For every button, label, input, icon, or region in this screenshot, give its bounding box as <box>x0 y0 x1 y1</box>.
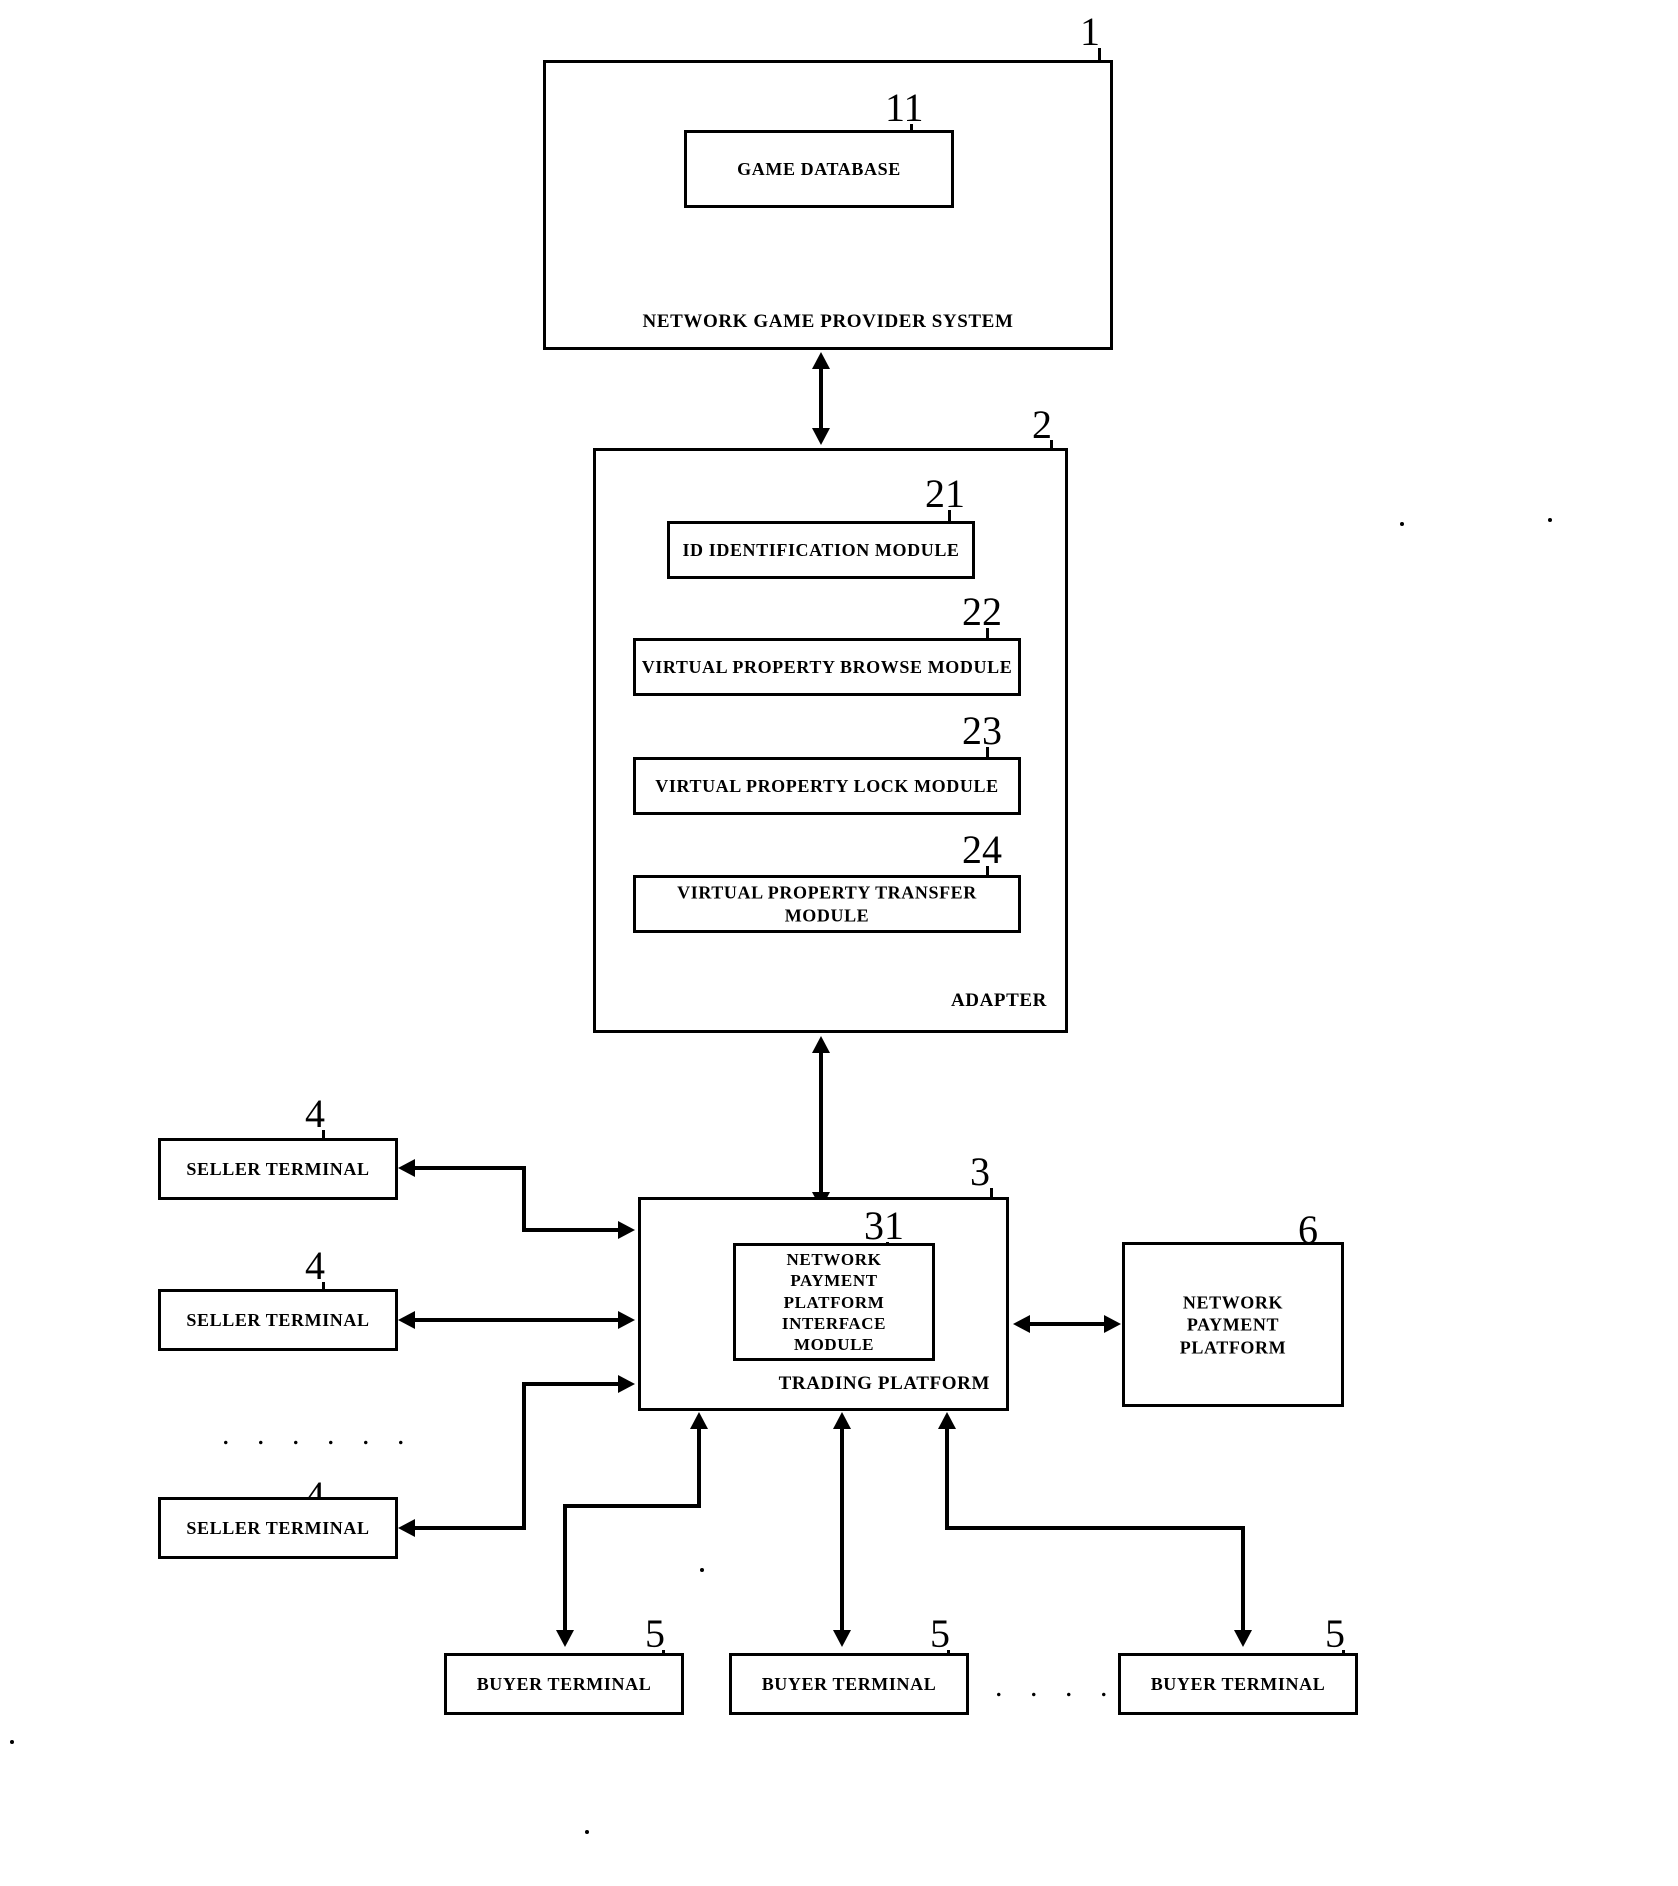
numeral-22: 22 <box>962 589 1002 634</box>
buyer-3-link-cross <box>945 1526 1245 1530</box>
arrow-right-to-trading-seller-1 <box>618 1221 635 1239</box>
numeral-31: 31 <box>864 1203 904 1248</box>
seller-ellipsis: . . . . . . <box>222 1418 415 1451</box>
scan-speck-1 <box>1400 522 1404 526</box>
buyer-1-link-drop <box>563 1504 567 1632</box>
buyer-terminal-label-1: BUYER TERMINAL <box>476 1673 652 1694</box>
virtual-property-lock-module-label: VIRTUAL PROPERTY LOCK MODULE <box>655 775 999 796</box>
seller-1-link-top <box>413 1166 526 1170</box>
virtual-property-transfer-module-label: VIRTUAL PROPERTY TRANSFER MODULE <box>677 882 977 926</box>
virtual-property-transfer-module-box[interactable]: VIRTUAL PROPERTY TRANSFER MODULE <box>633 875 1021 933</box>
trading-platform-label: TRADING PLATFORM <box>778 1373 990 1394</box>
game-database-box[interactable]: GAME DATABASE <box>684 130 954 208</box>
numeral-5-buyer-3: 5 <box>1325 1611 1345 1656</box>
virtual-property-browse-module-label: VIRTUAL PROPERTY BROWSE MODULE <box>641 656 1013 677</box>
seller-terminal-box-3[interactable]: SELLER TERMINAL <box>158 1497 398 1559</box>
seller-1-link-drop <box>522 1166 526 1232</box>
scan-speck-4 <box>10 1740 14 1744</box>
numeral-11: 11 <box>885 85 924 130</box>
numeral-5-buyer-1: 5 <box>645 1611 665 1656</box>
game-database-label: GAME DATABASE <box>737 158 901 179</box>
seller-3-link-top <box>522 1382 620 1386</box>
numeral-1: 1 <box>1080 9 1100 54</box>
scan-speck-2 <box>1548 518 1552 522</box>
arrow-right-to-payment-platform <box>1104 1315 1121 1333</box>
network-payment-platform-box[interactable]: NETWORK PAYMENT PLATFORM <box>1122 1242 1344 1407</box>
id-identification-module-label: ID IDENTIFICATION MODULE <box>682 539 960 560</box>
network-game-provider-system-label: NETWORK GAME PROVIDER SYSTEM <box>642 311 1014 332</box>
numeral-5-buyer-2: 5 <box>930 1611 950 1656</box>
arrow-down-to-buyer-2 <box>833 1630 851 1647</box>
arrow-down-to-adapter <box>812 428 830 445</box>
buyer-3-link-drop <box>1241 1526 1245 1632</box>
network-payment-platform-interface-module-box[interactable]: NETWORK PAYMENT PLATFORM INTERFACE MODUL… <box>733 1243 935 1361</box>
numeral-4-seller-1: 4 <box>305 1091 325 1136</box>
numeral-24: 24 <box>962 827 1002 872</box>
numeral-21: 21 <box>925 471 965 516</box>
seller-1-link-bottom <box>522 1228 620 1232</box>
seller-terminal-label-1: SELLER TERMINAL <box>186 1158 370 1179</box>
id-identification-module-box[interactable]: ID IDENTIFICATION MODULE <box>667 521 975 579</box>
connector-adapter-trading <box>819 1050 823 1196</box>
arrow-down-to-buyer-3 <box>1234 1630 1252 1647</box>
buyer-terminal-box-3[interactable]: BUYER TERMINAL <box>1118 1653 1358 1715</box>
connector-trading-payment <box>1028 1322 1106 1326</box>
scan-speck-5 <box>585 1830 589 1834</box>
buyer-terminal-box-2[interactable]: BUYER TERMINAL <box>729 1653 969 1715</box>
buyer-1-link-rise <box>697 1426 701 1508</box>
figure-canvas: 1 NETWORK GAME PROVIDER SYSTEM 11 GAME D… <box>0 0 1678 1886</box>
seller-3-link-bottom <box>413 1526 526 1530</box>
arrow-down-to-buyer-1 <box>556 1630 574 1647</box>
adapter-label: ADAPTER <box>950 990 1047 1011</box>
arrow-right-to-trading-seller-2 <box>618 1311 635 1329</box>
buyer-3-link-rise <box>945 1426 949 1530</box>
numeral-23: 23 <box>962 708 1002 753</box>
scan-speck-3 <box>700 1568 704 1572</box>
buyer-2-link <box>840 1426 844 1632</box>
numeral-3: 3 <box>970 1149 990 1194</box>
seller-2-link <box>413 1318 620 1322</box>
seller-3-link-rise <box>522 1382 526 1530</box>
buyer-terminal-label-2: BUYER TERMINAL <box>761 1673 937 1694</box>
arrow-right-to-trading-seller-3 <box>618 1375 635 1393</box>
virtual-property-browse-module-box[interactable]: VIRTUAL PROPERTY BROWSE MODULE <box>633 638 1021 696</box>
buyer-terminal-box-1[interactable]: BUYER TERMINAL <box>444 1653 684 1715</box>
buyer-terminal-label-3: BUYER TERMINAL <box>1150 1673 1326 1694</box>
seller-terminal-box-2[interactable]: SELLER TERMINAL <box>158 1289 398 1351</box>
connector-provider-adapter <box>819 366 823 432</box>
numeral-4-seller-2: 4 <box>305 1243 325 1288</box>
seller-terminal-label-3: SELLER TERMINAL <box>186 1517 370 1538</box>
seller-terminal-box-1[interactable]: SELLER TERMINAL <box>158 1138 398 1200</box>
network-payment-platform-interface-module-label: NETWORK PAYMENT PLATFORM INTERFACE MODUL… <box>781 1249 887 1354</box>
virtual-property-lock-module-box[interactable]: VIRTUAL PROPERTY LOCK MODULE <box>633 757 1021 815</box>
seller-terminal-label-2: SELLER TERMINAL <box>186 1309 370 1330</box>
network-payment-platform-label: NETWORK PAYMENT PLATFORM <box>1179 1291 1287 1357</box>
numeral-2: 2 <box>1032 402 1052 447</box>
buyer-1-link-cross <box>563 1504 701 1508</box>
